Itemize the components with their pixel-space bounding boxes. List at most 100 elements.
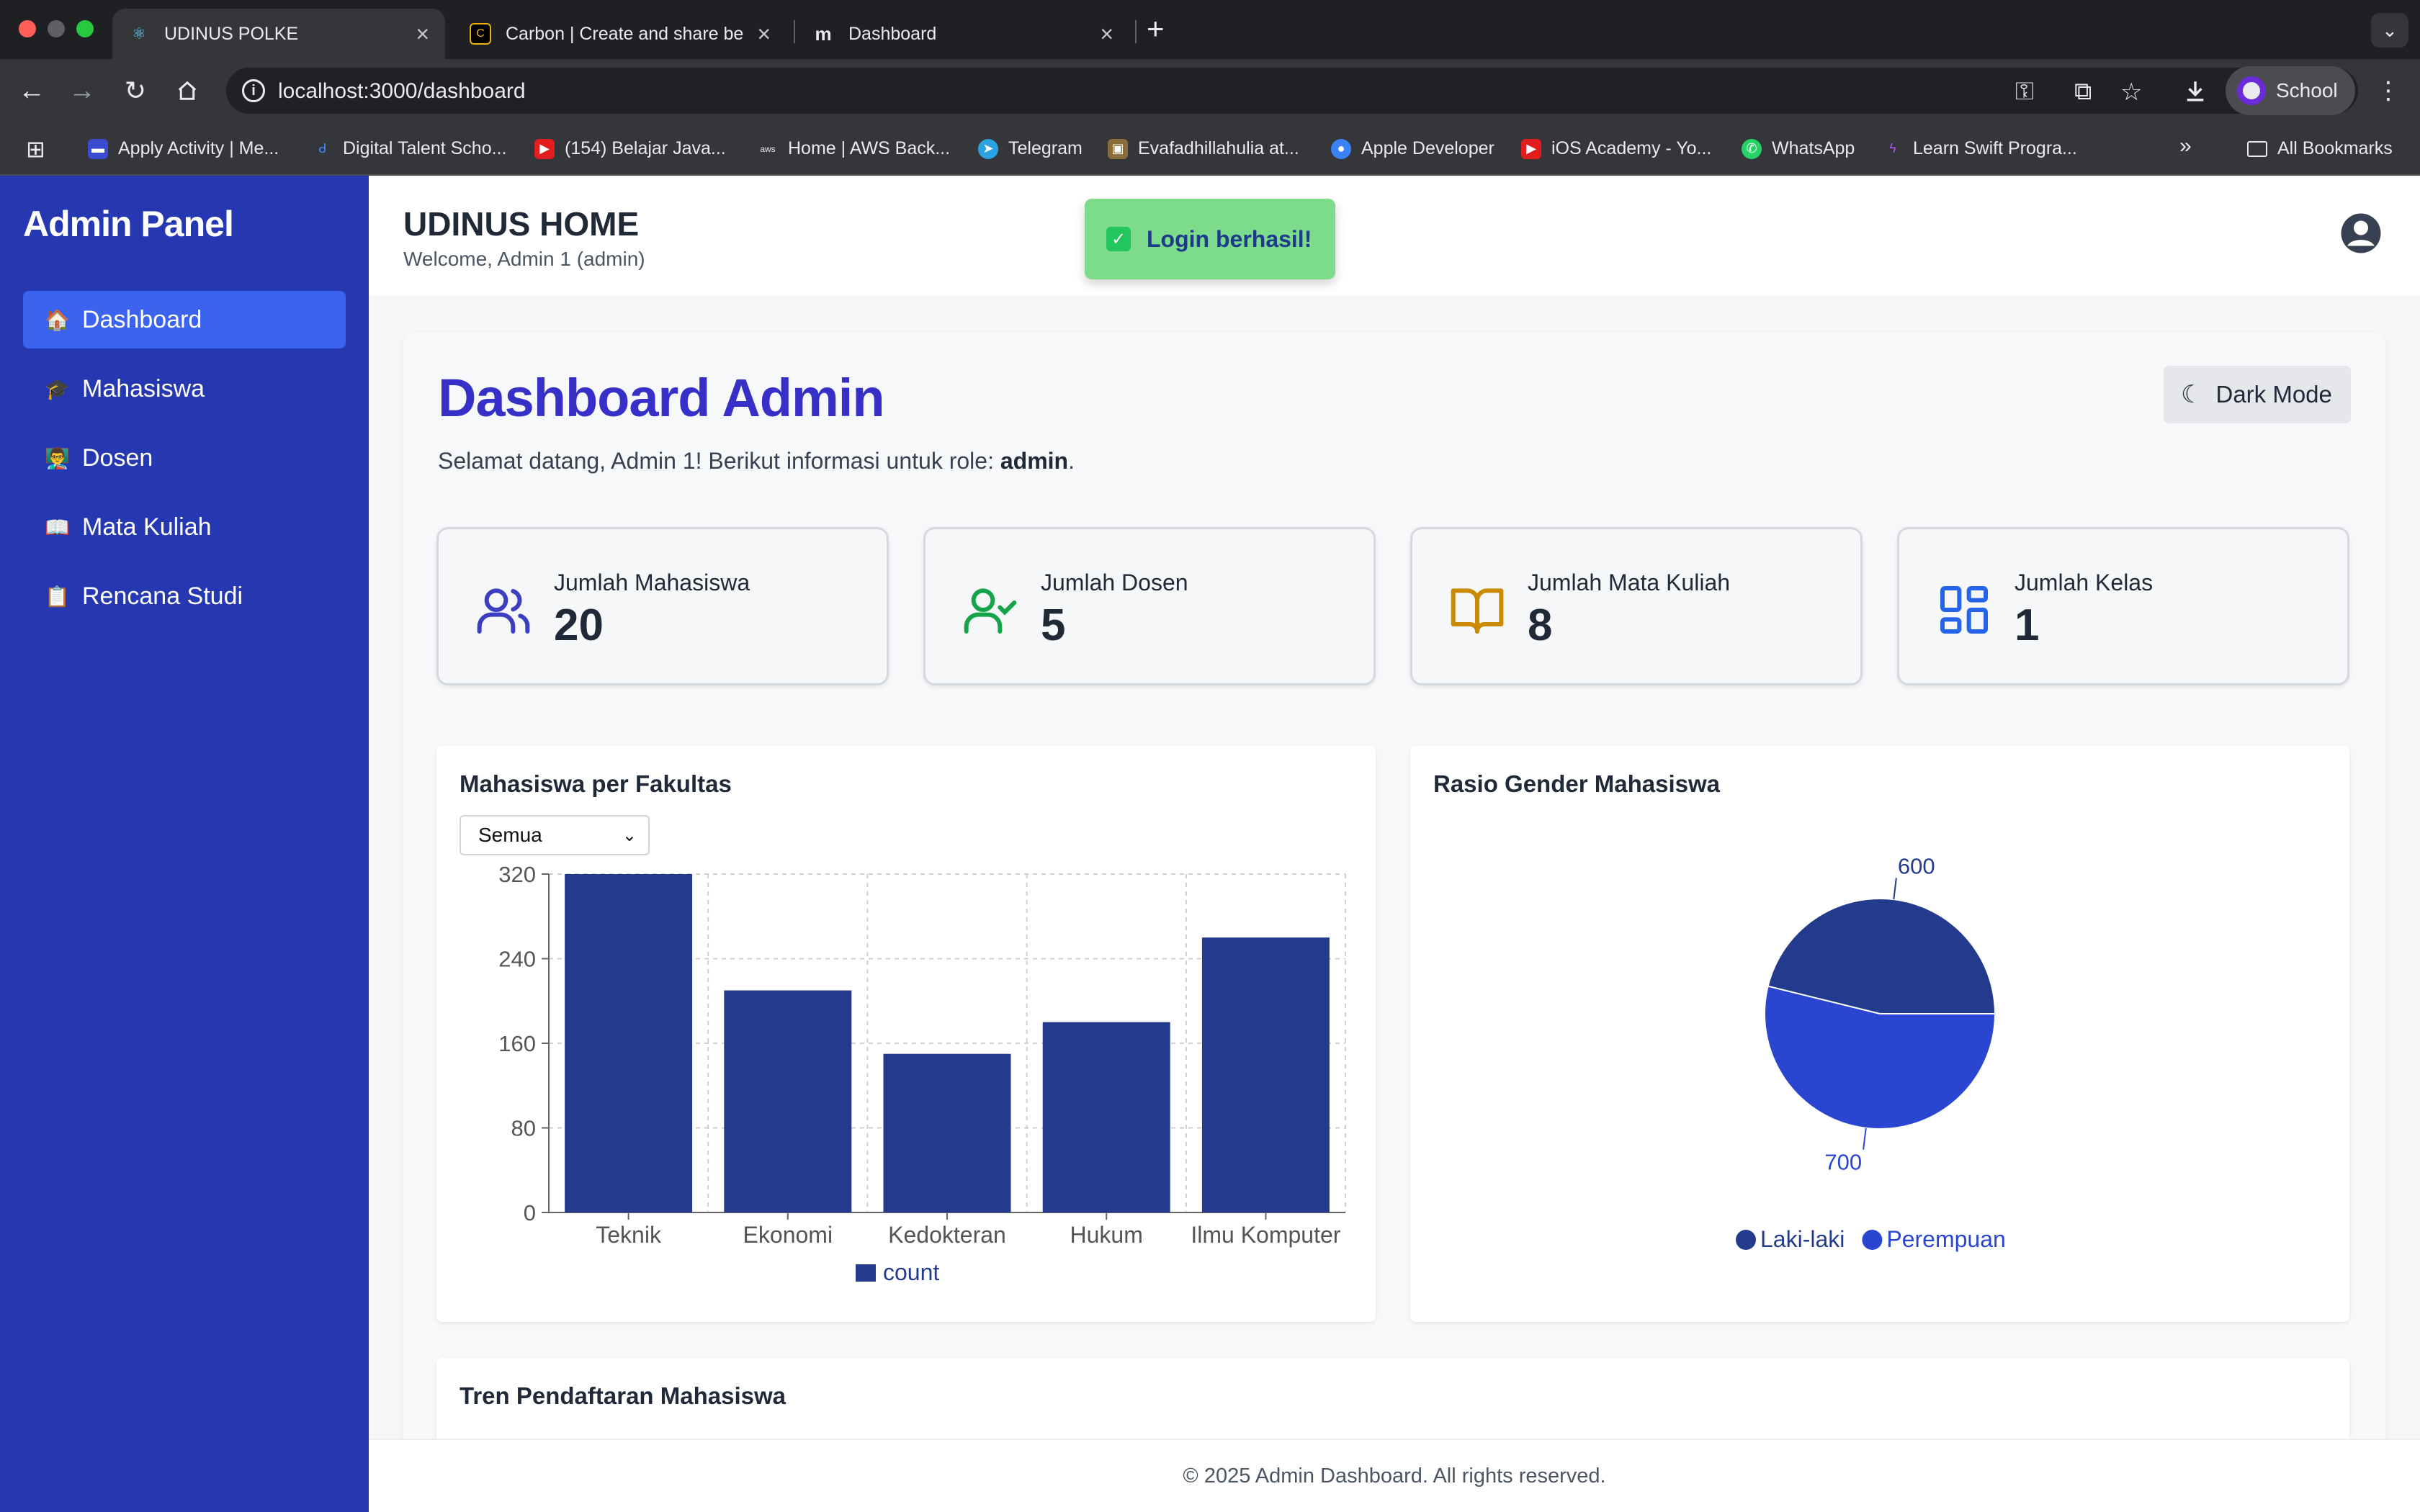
legend-swatch <box>1862 1230 1883 1250</box>
house-icon: 🏠 <box>45 308 70 331</box>
bookmark-item[interactable]: ● Apple Developer <box>1331 138 1494 159</box>
x-tick-label: Ekonomi <box>743 1222 833 1248</box>
bar <box>565 874 693 1212</box>
bookmark-label: WhatsApp <box>1772 138 1855 158</box>
x-tick-label: Kedokteran <box>888 1222 1006 1248</box>
bookmark-star-icon[interactable]: ☆ <box>2120 78 2142 107</box>
browser-tab-udinus[interactable]: ⚛ UDINUS POLKE × <box>112 9 445 59</box>
bar-chart: 0 80 160 240 320 Teknik Ekonomi Kedokteran Hukum… <box>498 862 1346 1285</box>
stat-card-kelas: Jumlah Kelas 1 <box>1897 527 2349 685</box>
greeting-text: Selamat datang, Admin 1! Berikut informa… <box>438 448 1000 474</box>
welcome-text: Welcome, Admin 1 (admin) <box>403 248 645 270</box>
users-icon <box>477 588 530 634</box>
login-toast: ✓ Login berhasil! <box>1085 199 1335 279</box>
stat-value: 5 <box>1041 600 1066 650</box>
user-account-icon[interactable] <box>2339 212 2383 255</box>
close-tab-icon[interactable]: × <box>416 21 429 48</box>
address-bar[interactable]: i localhost:3000/dashboard ⚿ ⧉ ☆ <box>226 68 2358 114</box>
legend-label: Laki-laki <box>1760 1226 1845 1252</box>
cast-icon[interactable]: ⧉ <box>2074 78 2092 106</box>
sidebar-item-label: Mahasiswa <box>82 374 205 402</box>
bookmark-item[interactable]: ✆ WhatsApp <box>1742 138 1855 159</box>
folder-icon <box>2247 140 2267 157</box>
bookmark-item[interactable]: ϟ Learn Swift Progra... <box>1883 138 2077 159</box>
bookmark-item[interactable]: ➤ Telegram <box>978 138 1083 159</box>
sidebar-item-dosen[interactable]: 👨‍🏫 Dosen <box>23 429 346 487</box>
site-info-icon[interactable]: i <box>242 79 265 102</box>
bookmark-item[interactable]: ▶ (154) Belajar Java... <box>534 138 726 159</box>
all-bookmarks[interactable]: All Bookmarks <box>2247 138 2393 159</box>
aws-icon: aws <box>760 143 776 154</box>
stat-card-mahasiswa: Jumlah Mahasiswa 20 <box>436 527 889 685</box>
youtube-icon: ▶ <box>534 138 555 159</box>
x-tick-label: Ilmu Komputer <box>1191 1222 1340 1248</box>
role-text: admin <box>1000 448 1069 474</box>
download-icon[interactable] <box>2178 73 2213 108</box>
sidebar-item-label: Dosen <box>82 444 153 472</box>
page-title: Dashboard Admin <box>438 368 885 428</box>
sidebar-item-dashboard[interactable]: 🏠 Dashboard <box>23 291 346 348</box>
browser-menu-icon[interactable]: ⋮ <box>2371 73 2406 108</box>
greeting-end: . <box>1068 448 1075 474</box>
more-bookmarks-icon[interactable]: » <box>2179 134 2192 158</box>
close-tab-icon[interactable]: × <box>757 21 771 48</box>
open-book-icon: 📖 <box>45 516 70 539</box>
user-check-icon <box>964 588 1017 634</box>
bookmark-favicon: ▬ <box>88 138 108 159</box>
tab-title: Carbon | Create and share be <box>506 23 744 44</box>
new-tab-icon[interactable]: + <box>1147 12 1165 46</box>
swift-icon: ϟ <box>1889 141 1896 156</box>
bookmark-item[interactable]: ▣ Evafadhillahulia at... <box>1108 138 1299 159</box>
sidebar: Admin Panel 🏠 Dashboard 🎓 Mahasiswa 👨‍🏫 … <box>0 176 369 1512</box>
toast-message: Login berhasil! <box>1147 225 1312 252</box>
dark-mode-label: Dark Mode <box>2215 381 2332 408</box>
grid-icon <box>1940 586 1988 634</box>
y-tick-label: 240 <box>498 947 536 972</box>
legend-label: Perempuan <box>1886 1226 2005 1252</box>
back-icon[interactable]: ← <box>14 73 49 108</box>
dashboard-panel: Dashboard Admin Selamat datang, Admin 1!… <box>403 333 2385 1512</box>
carbon-icon: C <box>470 23 491 45</box>
greeting: Selamat datang, Admin 1! Berikut informa… <box>438 448 1075 474</box>
bookmark-item[interactable]: ▬ Apply Activity | Me... <box>88 138 279 159</box>
window-zoom-button[interactable] <box>76 20 94 37</box>
window-minimize-button[interactable] <box>48 20 65 37</box>
site-title: UDINUS HOME <box>403 205 640 243</box>
window-close-button[interactable] <box>19 20 36 37</box>
password-key-icon[interactable]: ⚿ <box>2015 78 2034 106</box>
pie-leader-line <box>1863 1128 1867 1150</box>
bookmark-item[interactable]: aws Home | AWS Back... <box>758 138 950 159</box>
dark-mode-button[interactable]: ☾ Dark Mode <box>2164 366 2351 423</box>
bookmark-item[interactable]: ▶ iOS Academy - Yo... <box>1521 138 1711 159</box>
sidebar-item-mata-kuliah[interactable]: 📖 Mata Kuliah <box>23 498 346 556</box>
stat-label: Jumlah Mata Kuliah <box>1528 570 1731 595</box>
forward-icon[interactable]: → <box>65 73 99 108</box>
y-tick-label: 320 <box>498 862 536 887</box>
home-icon[interactable] <box>170 73 205 108</box>
tab-title: UDINUS POLKE <box>164 23 299 44</box>
stat-label: Jumlah Mahasiswa <box>554 570 750 595</box>
footer: © 2025 Admin Dashboard. All rights reser… <box>369 1439 2420 1512</box>
sidebar-item-rencana-studi[interactable]: 📋 Rencana Studi <box>23 567 346 625</box>
stat-card-mata-kuliah: Jumlah Mata Kuliah 8 <box>1410 527 1863 685</box>
stat-label: Jumlah Dosen <box>1041 570 1188 595</box>
bookmark-label: Apply Activity | Me... <box>118 138 279 158</box>
tab-search-icon[interactable]: ⌄ <box>2371 13 2408 48</box>
apps-grid-icon[interactable]: ⊞ <box>26 135 45 163</box>
sidebar-item-label: Rencana Studi <box>82 582 243 610</box>
browser-tab-dashboard[interactable]: m Dashboard × <box>797 9 1129 59</box>
profile-chip[interactable]: School <box>2226 66 2355 115</box>
reload-icon[interactable]: ↻ <box>118 73 153 108</box>
bookmark-label: Digital Talent Scho... <box>343 138 507 158</box>
y-tick-label: 0 <box>524 1200 536 1225</box>
close-tab-icon[interactable]: × <box>1100 21 1113 48</box>
stat-value: 1 <box>2015 600 2040 650</box>
url-text[interactable]: localhost:3000/dashboard <box>278 79 526 104</box>
sidebar-item-mahasiswa[interactable]: 🎓 Mahasiswa <box>23 360 346 418</box>
browser-tab-carbon[interactable]: C Carbon | Create and share be × <box>454 9 786 59</box>
youtube-icon: ▶ <box>1521 138 1541 159</box>
check-icon: ✓ <box>1106 227 1131 251</box>
bookmark-label: Learn Swift Progra... <box>1913 138 2077 158</box>
bookmark-item[interactable]: ᑯ Digital Talent Scho... <box>313 138 506 159</box>
bookmark-label: Telegram <box>1008 138 1083 158</box>
